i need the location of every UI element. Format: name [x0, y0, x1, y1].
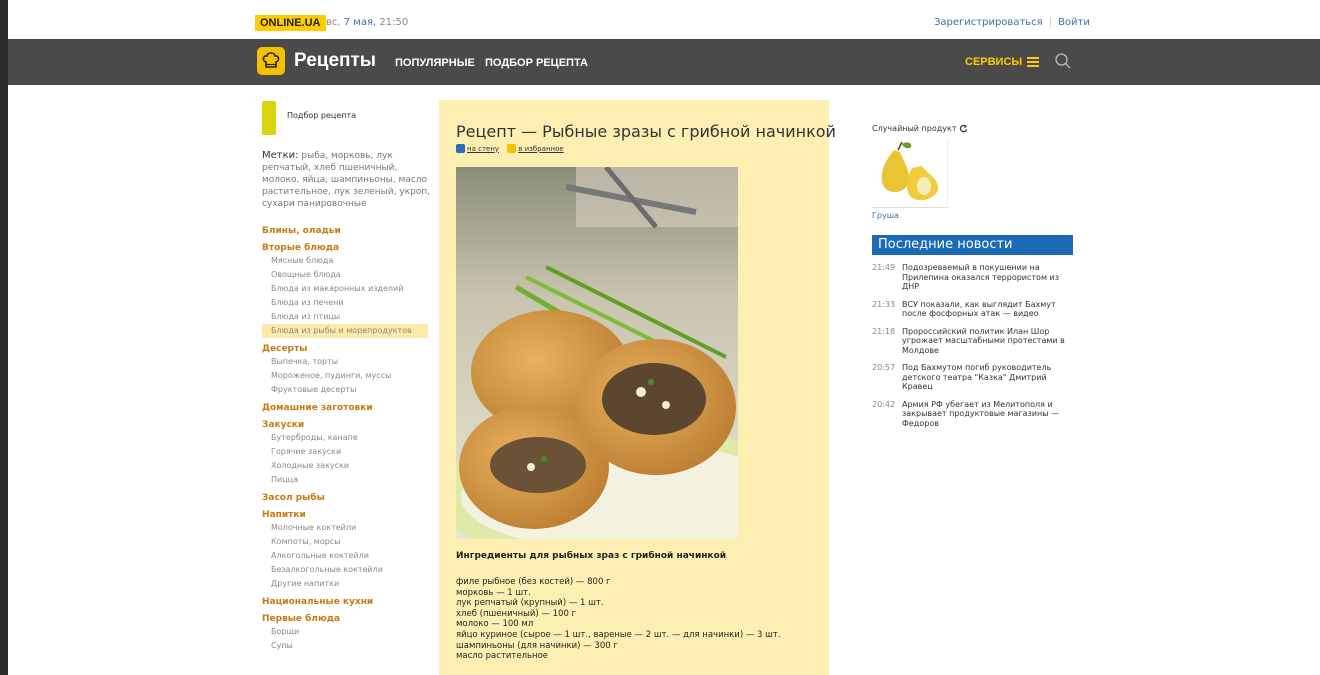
category-item[interactable]: Мороженое, пудинги, муссы: [262, 369, 428, 383]
category-item[interactable]: Фруктовые десерты: [262, 383, 428, 397]
news-time: 20:42: [872, 399, 896, 409]
online-ua-logo[interactable]: ONLINE.UA: [255, 15, 326, 31]
plus-favorite-icon: [507, 144, 517, 153]
ingredient-line: хлеб (пшеничный) — 100 г: [456, 608, 577, 619]
services-label: СЕРВИСЫ: [965, 56, 1023, 68]
category-item[interactable]: Выпечка, торты: [262, 355, 428, 369]
ingredients-list: филе рыбное (без костей) — 800 г морковь …: [456, 577, 781, 662]
search-icon[interactable]: [1054, 52, 1072, 70]
refresh-icon[interactable]: [959, 124, 968, 133]
favorite-link[interactable]: в избранное: [518, 145, 563, 153]
main-navbar: Рецепты ПОПУЛЯРНЫЕ ПОДБОР РЕЦЕПТА СЕРВИС…: [8, 39, 1320, 85]
news-headline[interactable]: Пророссийский политик Илан Шор угрожает …: [902, 327, 1073, 356]
category-item[interactable]: Блюда из птицы: [262, 310, 428, 324]
category-item[interactable]: Компоты, морсы: [262, 535, 428, 549]
news-list: 21:49 Подозреваемый в покушении на Прилеп…: [872, 263, 1073, 436]
date-prefix: вс,: [326, 17, 341, 28]
category-item[interactable]: Горячие закуски: [262, 445, 428, 459]
category-item[interactable]: Холодные закуски: [262, 459, 428, 473]
category-heading[interactable]: Десерты: [262, 343, 428, 355]
auth-links: Зарегистрироваться | Войти: [934, 17, 1090, 28]
news-item[interactable]: 20:42 Армия РФ убегает из Мелитополя и за…: [872, 400, 1073, 429]
brand-title[interactable]: Рецепты: [294, 50, 376, 72]
services-menu[interactable]: СЕРВИСЫ: [965, 56, 1040, 68]
tags-label: Метки:: [262, 150, 299, 161]
chef-hat-icon[interactable]: [257, 47, 285, 75]
category-heading[interactable]: Блины, оладьи: [262, 225, 428, 237]
news-item[interactable]: 21:49 Подозреваемый в покушении на Прилеп…: [872, 263, 1073, 292]
share-wall-link[interactable]: на стену: [467, 145, 499, 153]
random-product-name[interactable]: Груша: [872, 211, 899, 220]
category-item[interactable]: Овощные блюда: [262, 268, 428, 282]
recipe-content: Рецепт — Рыбные зразы с грибной начинкой…: [439, 100, 836, 675]
date-link[interactable]: 7 мая,: [344, 17, 376, 28]
category-item[interactable]: Блюда из печени: [262, 296, 428, 310]
hamburger-icon: [1027, 57, 1040, 68]
top-bar: ONLINE.UA вс, 7 мая, 21:50 Зарегистриров…: [8, 0, 1320, 39]
ingredient-line: яйцо куриное (сырое — 1 шт., вареные — 2…: [456, 629, 781, 640]
category-item[interactable]: Мясные блюда: [262, 254, 428, 268]
category-heading[interactable]: Первые блюда: [262, 613, 428, 625]
category-list: Блины, оладьи Вторые блюда Мясные блюда Ово…: [262, 220, 428, 653]
news-headline[interactable]: Подозреваемый в покушении на Прилепина о…: [902, 263, 1073, 292]
ingredient-line: филе рыбное (без костей) — 800 г: [456, 577, 611, 587]
news-time: 21:49: [872, 263, 896, 272]
current-time: 21:50: [379, 17, 409, 28]
recipe-photo: [456, 167, 738, 539]
category-heading[interactable]: Напитки: [262, 509, 428, 521]
random-product-label: Случайный продукт: [872, 124, 968, 133]
category-item[interactable]: Алкогольные коктейли: [262, 549, 428, 563]
recipe-title: Рецепт — Рыбные зразы с грибной начинкой: [456, 122, 836, 141]
news-headline[interactable]: ВСУ показали, как выглядит Бахмут после …: [902, 300, 1073, 319]
category-item[interactable]: Блюда из макаронных изделий: [262, 282, 428, 296]
ingredient-line: лук репчатый (крупный) — 1 шт.: [456, 598, 604, 609]
category-item[interactable]: Пицца: [262, 473, 428, 487]
news-headline[interactable]: Под Бахмутом погиб руководитель детского…: [902, 363, 1073, 392]
news-time: 20:57: [872, 363, 896, 372]
category-item[interactable]: Другие напитки: [262, 577, 428, 591]
ingredients-title: Ингредиенты для рыбных зраз с грибной на…: [456, 551, 727, 561]
category-heading[interactable]: Вторые блюда: [262, 242, 428, 254]
phone-icon: [262, 101, 276, 135]
category-heading[interactable]: Засол рыбы: [262, 492, 428, 504]
category-item[interactable]: Блюда из рыбы и морепродуктов: [262, 324, 428, 338]
news-time: 21:18: [872, 326, 896, 336]
category-heading[interactable]: Национальные кухни: [262, 596, 428, 608]
recipe-picker-label: Подбор рецепта: [287, 111, 357, 120]
category-item[interactable]: Безалкогольные коктейли: [262, 563, 428, 577]
category-heading[interactable]: Домашние заготовки: [262, 402, 428, 414]
recipe-tags: Метки: рыба, морковь, лук репчатый, хлеб…: [262, 150, 432, 210]
category-item[interactable]: Молочные коктейли: [262, 521, 428, 535]
ingredient-line: молоко — 100 мл: [456, 619, 534, 630]
window-edge: [0, 0, 8, 675]
ingredient-line: морковь — 1 шт.: [456, 587, 531, 598]
nav-recipe-search[interactable]: ПОДБОР РЕЦЕПТА: [485, 57, 588, 69]
news-item[interactable]: 21:18 Пророссийский политик Илан Шор угро…: [872, 327, 1073, 356]
current-date: вс, 7 мая, 21:50: [326, 17, 408, 28]
ingredient-line: шампиньоны (для начинки) — 300 г: [456, 640, 618, 651]
news-time: 21:33: [872, 299, 896, 309]
share-bar: на стену в избранное: [456, 144, 570, 153]
login-link[interactable]: Войти: [1058, 17, 1090, 28]
category-item[interactable]: Борщи: [262, 625, 428, 639]
random-product-text: Случайный продукт: [872, 124, 957, 133]
auth-divider: |: [1048, 17, 1053, 28]
category-item[interactable]: Супы: [262, 639, 428, 653]
news-item[interactable]: 20:57 Под Бахмутом погиб руководитель дет…: [872, 363, 1073, 392]
pear-image[interactable]: [872, 140, 948, 208]
nav-popular[interactable]: ПОПУЛЯРНЫЕ: [395, 57, 475, 69]
category-heading[interactable]: Закуски: [262, 419, 428, 431]
category-item[interactable]: Бутерброды, канапе: [262, 431, 428, 445]
register-link[interactable]: Зарегистрироваться: [934, 17, 1043, 28]
news-header: Последние новости: [872, 235, 1073, 255]
news-item[interactable]: 21:33 ВСУ показали, как выглядит Бахмут п…: [872, 300, 1073, 319]
plus-wall-icon: [456, 144, 465, 153]
news-headline[interactable]: Армия РФ убегает из Мелитополя и закрыва…: [902, 400, 1073, 429]
ingredient-line: масло растительное: [456, 651, 548, 662]
